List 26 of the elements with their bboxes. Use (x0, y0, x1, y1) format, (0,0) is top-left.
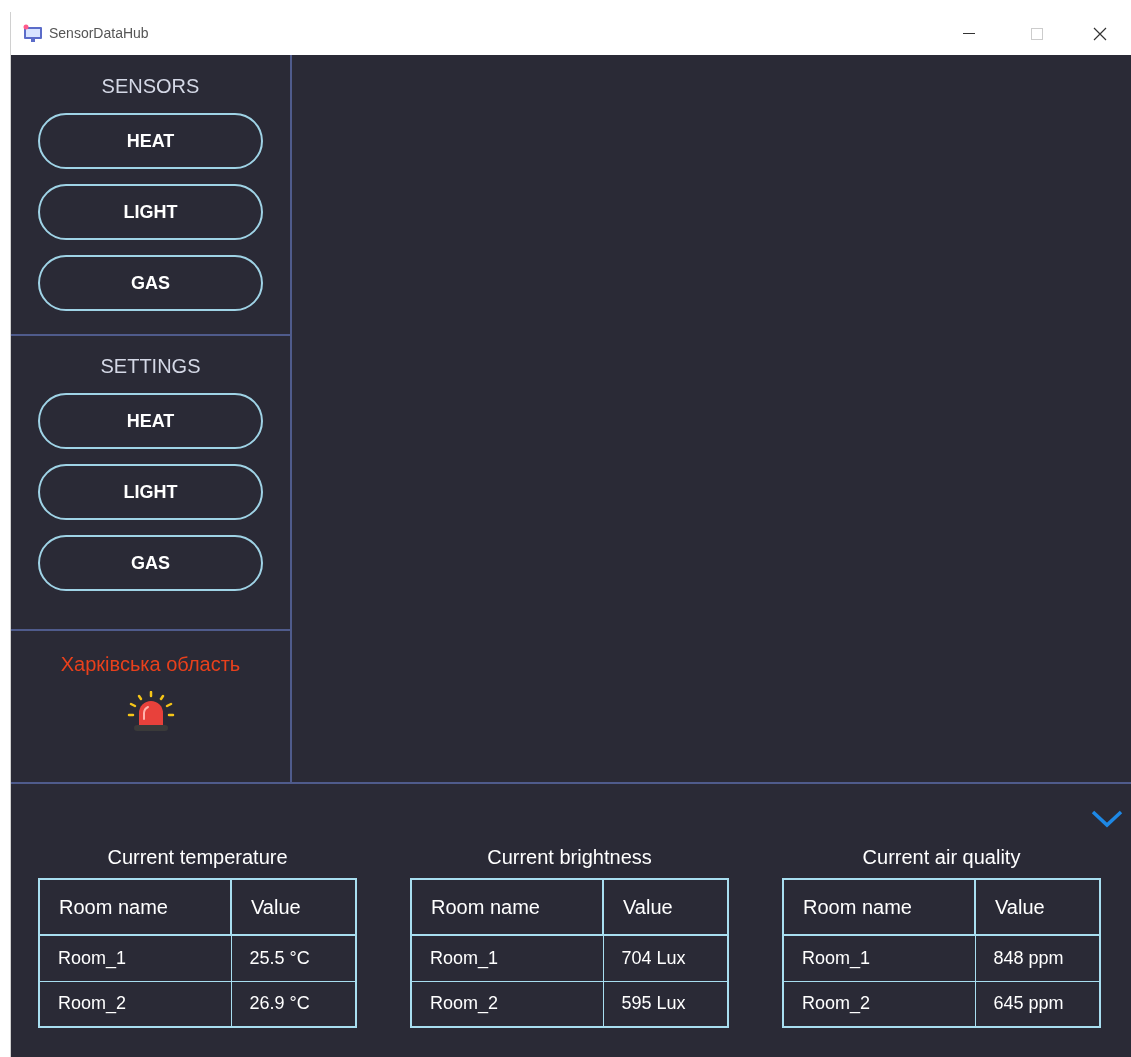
table-title: Current air quality (862, 845, 1021, 870)
table-cell: Room_1 (783, 935, 975, 981)
sensor-button[interactable]: HEAT (38, 393, 263, 449)
section-title: SETTINGS (100, 354, 201, 379)
column-header: Room name (39, 879, 231, 935)
sensor-button[interactable]: LIGHT (38, 184, 263, 240)
minimize-icon[interactable] (963, 32, 975, 35)
sensor-button[interactable]: GAS (38, 535, 263, 591)
column-header: Value (975, 879, 1100, 935)
close-icon[interactable] (1093, 26, 1107, 41)
sensor-button[interactable]: GAS (38, 255, 263, 311)
sensor-button[interactable]: HEAT (38, 113, 263, 169)
region-alert-text: Харківська область (60, 652, 241, 677)
section-title: SENSORS (101, 74, 200, 99)
table-cell: Room_1 (39, 935, 231, 981)
sensor-button[interactable]: LIGHT (38, 464, 263, 520)
chevron-down-icon[interactable] (1091, 810, 1123, 828)
table-title: Current brightness (487, 845, 652, 870)
column-header: Value (603, 879, 728, 935)
table-cell: Room_1 (411, 935, 603, 981)
table-title: Current temperature (107, 845, 288, 870)
app-icon (23, 23, 43, 44)
window-title: SensorDataHub (49, 24, 149, 43)
column-header: Room name (783, 879, 975, 935)
column-header: Room name (411, 879, 603, 935)
column-header: Value (231, 879, 356, 935)
